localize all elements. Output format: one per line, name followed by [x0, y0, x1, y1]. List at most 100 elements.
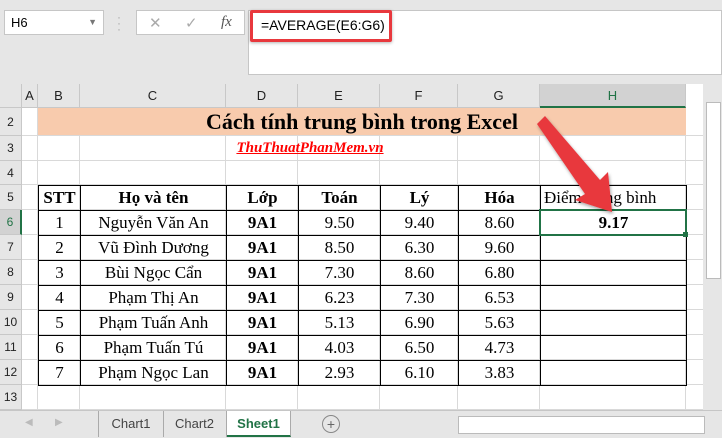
table-cell-physics[interactable]: 8.60: [380, 260, 459, 286]
table-cell-class[interactable]: 9A1: [226, 310, 299, 336]
table-cell-avg[interactable]: [540, 335, 687, 361]
table-cell-stt[interactable]: 2: [38, 235, 81, 261]
row-header-9[interactable]: 9: [0, 285, 22, 310]
table-cell-math[interactable]: 7.30: [298, 260, 381, 286]
table-cell-class[interactable]: 9A1: [226, 235, 299, 261]
table-cell-stt[interactable]: 7: [38, 360, 81, 386]
column-header-A[interactable]: A: [22, 84, 38, 108]
table-cell-avg[interactable]: [540, 260, 687, 286]
table-header: Điểm trung bình: [540, 185, 687, 211]
table-cell-chem[interactable]: 4.73: [458, 335, 541, 361]
row-header-10[interactable]: 10: [0, 310, 22, 335]
table-cell-math[interactable]: 6.23: [298, 285, 381, 311]
table-cell-name[interactable]: Phạm Tuấn Tú: [80, 335, 227, 361]
table-cell-math[interactable]: 4.03: [298, 335, 381, 361]
table-cell-avg[interactable]: [540, 360, 687, 386]
table-cell-physics[interactable]: 6.90: [380, 310, 459, 336]
table-cell-stt[interactable]: 4: [38, 285, 81, 311]
cancel-icon[interactable]: ✕: [149, 14, 162, 32]
table-cell-stt[interactable]: 1: [38, 210, 81, 236]
table-cell-class[interactable]: 9A1: [226, 335, 299, 361]
scroll-right-icon[interactable]: ▶: [55, 417, 63, 428]
column-header-B[interactable]: B: [38, 84, 80, 108]
horizontal-scrollbar[interactable]: [458, 416, 705, 434]
table-cell-math[interactable]: 5.13: [298, 310, 381, 336]
highlight-box: [250, 10, 392, 42]
fx-icon[interactable]: fx: [221, 14, 232, 31]
row-header-8[interactable]: 8: [0, 260, 22, 285]
chevron-down-icon[interactable]: ▼: [88, 11, 97, 34]
table-cell-chem[interactable]: 5.63: [458, 310, 541, 336]
row-header-13[interactable]: 13: [0, 385, 22, 410]
column-header-E[interactable]: E: [298, 84, 380, 108]
formula-buttons: ✕ ✓ fx: [136, 10, 245, 35]
table-cell-chem[interactable]: 9.60: [458, 235, 541, 261]
table-cell-stt[interactable]: 5: [38, 310, 81, 336]
column-header-H[interactable]: H: [540, 84, 686, 108]
row-header-11[interactable]: 11: [0, 335, 22, 360]
table-header: Hóa: [458, 185, 541, 211]
active-cell-selection: [539, 209, 687, 236]
row-header-4[interactable]: 4: [0, 161, 22, 185]
table-cell-name[interactable]: Bùi Ngọc Cẩn: [80, 260, 227, 286]
row-header-3[interactable]: 3: [0, 136, 22, 161]
tab-sheet1[interactable]: Sheet1: [227, 411, 291, 437]
row-header-5[interactable]: 5: [0, 185, 22, 210]
table-cell-class[interactable]: 9A1: [226, 260, 299, 286]
table-cell-chem[interactable]: 3.83: [458, 360, 541, 386]
column-header-C[interactable]: C: [80, 84, 226, 108]
table-cell-physics[interactable]: 6.50: [380, 335, 459, 361]
table-cell-name[interactable]: Phạm Tuấn Anh: [80, 310, 227, 336]
column-header-F[interactable]: F: [380, 84, 458, 108]
row-header-12[interactable]: 12: [0, 360, 22, 385]
table-cell-avg[interactable]: [540, 285, 687, 311]
table-cell-chem[interactable]: 6.80: [458, 260, 541, 286]
table-cell-math[interactable]: 8.50: [298, 235, 381, 261]
table-cell-name[interactable]: Phạm Ngọc Lan: [80, 360, 227, 386]
table-cell-class[interactable]: 9A1: [226, 285, 299, 311]
check-icon[interactable]: ✓: [185, 14, 198, 32]
table-header: Họ và tên: [80, 185, 227, 211]
add-sheet-icon[interactable]: +: [322, 415, 340, 433]
scroll-left-icon[interactable]: ◀: [25, 417, 33, 428]
website-link[interactable]: ThuThuatPhanMem.vn: [80, 136, 540, 161]
table-cell-class[interactable]: 9A1: [226, 360, 299, 386]
fill-handle[interactable]: [683, 232, 688, 237]
table-header: Toán: [298, 185, 381, 211]
table-header: Lý: [380, 185, 459, 211]
row-header-6[interactable]: 6: [0, 210, 22, 235]
column-header-D[interactable]: D: [226, 84, 298, 108]
table-cell-name[interactable]: Nguyễn Văn An: [80, 210, 227, 236]
table-cell-avg[interactable]: [540, 235, 687, 261]
table-cell-avg[interactable]: [540, 310, 687, 336]
name-box-value: H6: [11, 15, 28, 30]
table-cell-chem[interactable]: 8.60: [458, 210, 541, 236]
table-cell-physics[interactable]: 6.30: [380, 235, 459, 261]
row-header-7[interactable]: 7: [0, 235, 22, 260]
vertical-scrollbar[interactable]: [703, 84, 722, 410]
table-cell-math[interactable]: 9.50: [298, 210, 381, 236]
table-cell-physics[interactable]: 9.40: [380, 210, 459, 236]
drag-handle-icon[interactable]: · · ·: [117, 11, 121, 35]
table-cell-math[interactable]: 2.93: [298, 360, 381, 386]
table-header: Lớp: [226, 185, 299, 211]
sheet-title: Cách tính trung bình trong Excel: [38, 108, 686, 135]
table-cell-stt[interactable]: 6: [38, 335, 81, 361]
tab-chart1[interactable]: Chart1: [98, 411, 164, 437]
sheet-tab-bar: ◀ ▶ Chart1 Chart2 Sheet1 +: [0, 410, 722, 438]
table-cell-name[interactable]: Phạm Thị An: [80, 285, 227, 311]
table-cell-physics[interactable]: 6.10: [380, 360, 459, 386]
scrollbar-thumb[interactable]: [706, 102, 721, 279]
table-cell-physics[interactable]: 7.30: [380, 285, 459, 311]
table-cell-stt[interactable]: 3: [38, 260, 81, 286]
column-header-G[interactable]: G: [458, 84, 540, 108]
name-box[interactable]: H6 ▼: [4, 10, 104, 35]
spreadsheet-grid[interactable]: A B C D E F G H 2 3 4 5 6 7 8 9 10 11 12 13 Cách tính trung …: [0, 84, 703, 410]
table-header: STT: [38, 185, 81, 211]
table-cell-chem[interactable]: 6.53: [458, 285, 541, 311]
tab-chart2[interactable]: Chart2: [163, 411, 227, 437]
table-cell-class[interactable]: 9A1: [226, 210, 299, 236]
table-cell-name[interactable]: Vũ Đình Dương: [80, 235, 227, 261]
select-all-corner[interactable]: [0, 84, 22, 108]
row-header-2[interactable]: 2: [0, 108, 22, 136]
